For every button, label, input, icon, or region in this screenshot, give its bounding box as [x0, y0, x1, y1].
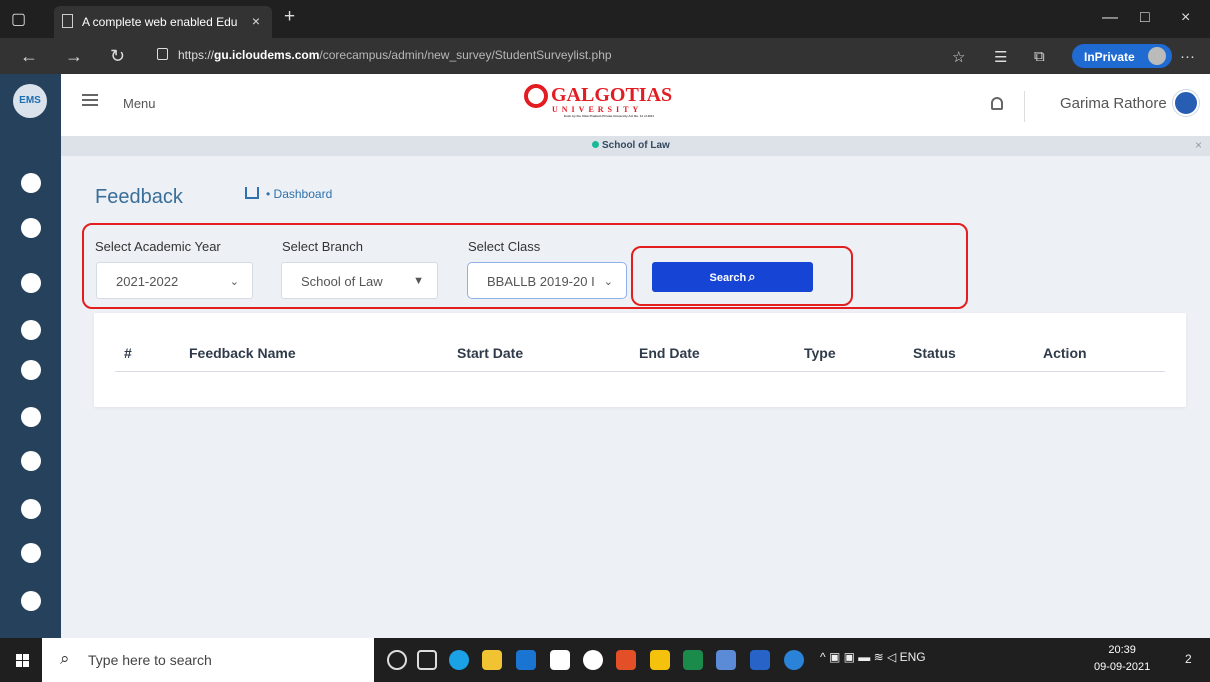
header-divider: [1024, 91, 1025, 122]
top-header: Menu GALGOTIAS UNIVERSITY Estd. by the U…: [61, 74, 1210, 136]
menu-button[interactable]: Menu: [123, 96, 156, 111]
excel-icon[interactable]: [683, 650, 703, 670]
page-title: Feedback: [95, 186, 183, 208]
collections-icon[interactable]: ☰: [994, 48, 1007, 66]
school-label: School of Law: [592, 140, 670, 151]
module-icon-3[interactable]: [21, 273, 41, 293]
browser-tab-strip: ▢ A complete web enabled Educati × + — □…: [0, 0, 1210, 38]
sticky-notes-icon[interactable]: [650, 650, 670, 670]
browser-tab[interactable]: A complete web enabled Educati ×: [54, 6, 272, 38]
table-header-divider: [115, 371, 1165, 372]
clock[interactable]: 20:39 09-09-2021: [1094, 642, 1150, 676]
column-status: Status: [913, 345, 956, 361]
column-type: Type: [804, 345, 836, 361]
new-tab-button[interactable]: +: [284, 7, 295, 26]
url-field[interactable]: https://gu.icloudems.com/corecampus/admi…: [178, 48, 612, 62]
column-start-date: Start Date: [457, 345, 524, 361]
menu-icon[interactable]: [82, 94, 98, 106]
notification-center-icon[interactable]: 2: [1185, 652, 1192, 666]
feedback-table-card: # Feedback Name Start Date End Date Type…: [94, 313, 1186, 407]
search-highlight: [631, 246, 853, 306]
address-bar: ← → ↻ https://gu.icloudems.com/corecampu…: [0, 38, 1210, 74]
help-icon[interactable]: [784, 650, 804, 670]
search-icon: ⌕: [60, 649, 70, 668]
minimize-button[interactable]: —: [1102, 9, 1118, 27]
close-school-bar-button[interactable]: ×: [1195, 138, 1202, 152]
bell-icon[interactable]: [991, 97, 1003, 110]
forward-icon[interactable]: →: [65, 46, 83, 67]
page-icon: [62, 14, 73, 28]
column-feedback-name: Feedback Name: [189, 345, 296, 361]
column-index: #: [124, 345, 132, 361]
sidebar: EMS: [0, 74, 61, 638]
extensions-icon[interactable]: ⧉: [1034, 48, 1045, 65]
ems-logo[interactable]: EMS: [13, 84, 47, 118]
refresh-icon[interactable]: ↻: [110, 46, 125, 67]
restore-button[interactable]: □: [1140, 9, 1150, 27]
inprivate-badge[interactable]: InPrivate: [1072, 44, 1172, 68]
galgotias-logo: GALGOTIAS UNIVERSITY Estd. by the Uttar …: [524, 84, 672, 118]
lock-icon: [157, 48, 168, 60]
avatar[interactable]: [1173, 90, 1199, 116]
office-icon[interactable]: [616, 650, 636, 670]
edge-icon[interactable]: [449, 650, 469, 670]
close-window-button[interactable]: ×: [1181, 9, 1190, 27]
module-icon-4[interactable]: [21, 320, 41, 340]
word-icon[interactable]: [750, 650, 770, 670]
system-tray[interactable]: ^ ▣ ▣ ▬ ≋ ◁ ENG: [820, 650, 926, 664]
close-tab-button[interactable]: ×: [252, 13, 260, 29]
user-name[interactable]: Garima Rathore: [1060, 95, 1167, 112]
task-view-icon[interactable]: [417, 650, 437, 670]
module-icon-1[interactable]: [21, 173, 41, 193]
mail-icon[interactable]: [516, 650, 536, 670]
taskbar-search[interactable]: ⌕ Type here to search: [42, 638, 374, 682]
tab-title: A complete web enabled Educati: [82, 15, 237, 29]
status-dot-icon: [592, 141, 599, 148]
module-icon-2[interactable]: [21, 218, 41, 238]
module-icon-5[interactable]: [21, 360, 41, 380]
back-icon[interactable]: ←: [20, 46, 38, 67]
profile-icon: [1148, 47, 1166, 65]
file-explorer-icon[interactable]: [482, 650, 502, 670]
module-icon-7[interactable]: [21, 451, 41, 471]
pen-icon[interactable]: [716, 650, 736, 670]
column-end-date: End Date: [639, 345, 700, 361]
school-bar: School of Law ×: [61, 136, 1210, 156]
cortana-icon[interactable]: [387, 650, 407, 670]
more-icon[interactable]: ···: [1180, 48, 1195, 65]
module-icon-8[interactable]: [21, 499, 41, 519]
module-icon-9[interactable]: [21, 543, 41, 563]
home-icon: [245, 187, 259, 199]
windows-icon[interactable]: [16, 654, 29, 667]
dropbox-icon[interactable]: [550, 650, 570, 670]
module-icon-6[interactable]: [21, 407, 41, 427]
taskbar: ⌕ Type here to search ^ ▣ ▣ ▬ ≋ ◁ ENG 20:…: [0, 638, 1210, 682]
breadcrumb[interactable]: • Dashboard: [245, 187, 332, 201]
app-icon[interactable]: [583, 650, 603, 670]
module-icon-10[interactable]: [21, 591, 41, 611]
column-action: Action: [1043, 345, 1087, 361]
favorites-icon[interactable]: ☆: [952, 48, 965, 66]
window-menu-icon[interactable]: ▢: [11, 9, 26, 29]
